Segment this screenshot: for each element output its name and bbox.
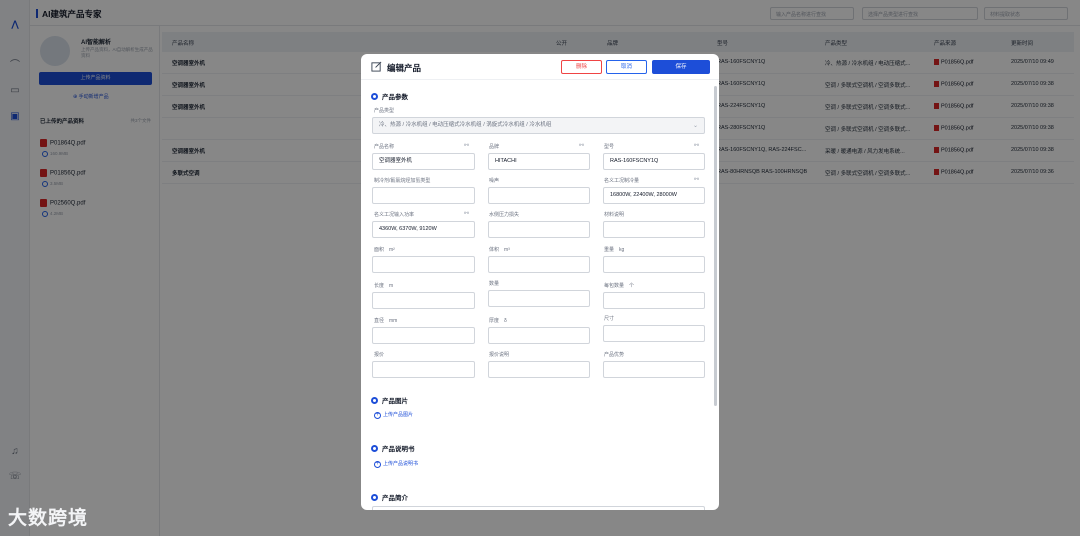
noise-input[interactable] [488,187,590,204]
cooling-input[interactable]: 16800W, 22400W, 28000W [603,187,705,204]
material-input[interactable] [603,221,705,238]
diameter-input[interactable] [372,327,475,344]
radio-dot-icon [371,445,378,452]
link-icon: ⚯ [694,177,700,183]
weight-label: 重量 kg [604,247,625,253]
perpack-input[interactable] [603,292,705,309]
area-label: 面积 m² [374,247,395,253]
advantage-input[interactable] [603,361,705,378]
brand-input[interactable]: HITACHI [488,153,590,170]
qty-label: 数量 [489,281,500,287]
pressure-input[interactable] [488,221,590,238]
weight-input[interactable] [603,256,705,273]
thickness-label: 厚度 δ [489,318,507,324]
modal-header: 编辑产品 删除 取消 保存 [361,54,719,80]
length-label: 长度 m [374,283,394,289]
name-label: 产品名称 [374,144,395,150]
section-intro: 产品简介 [371,492,408,502]
advantage-label: 产品优势 [604,352,625,358]
model-input[interactable]: RAS-160FSCNY1Q [603,153,705,170]
upload-manual-link[interactable]: + 上传产品说明书 [374,460,418,468]
watermark: 大数跨境 [8,508,89,529]
radio-dot-icon [371,93,378,100]
diameter-label: 直径 mm [374,318,398,324]
model-label: 型号 [604,144,615,150]
plus-circle-icon: + [374,412,381,419]
volume-label: 体积 m³ [489,247,510,253]
link-icon: ⚯ [464,143,470,149]
price-note-input[interactable] [488,361,590,378]
material-label: 材料说明 [604,212,625,218]
brand-label: 品牌 [489,144,500,150]
pressure-label: 水侧压力损失 [489,212,520,218]
link-icon: ⚯ [694,143,700,149]
cancel-button[interactable]: 取消 [606,60,647,74]
thickness-input[interactable] [488,327,590,344]
save-button[interactable]: 保存 [652,60,710,74]
price-input[interactable] [372,361,475,378]
modal-body: 产品参数 产品类型 冷、热源 / 冷水机组 / 电动压缩式冷水机组 / 涡旋式冷… [361,80,713,510]
scrollbar[interactable] [714,86,717,406]
upload-image-link[interactable]: + 上传产品图片 [374,411,413,419]
product-type-label: 产品类型 [374,108,395,114]
intro-textarea[interactable] [372,506,705,510]
size-label: 尺寸 [604,316,615,322]
price-note-label: 报价说明 [489,352,510,358]
refrigerant-input[interactable] [372,187,475,204]
size-input[interactable] [603,325,705,342]
link-icon: ⚯ [579,143,585,149]
link-icon: ⚯ [464,211,470,217]
power-input[interactable]: 4360W, 6370W, 9120W [372,221,475,238]
edit-product-modal: 编辑产品 删除 取消 保存 产品参数 产品类型 冷、热源 / 冷水机组 / 电动… [361,54,719,510]
price-label: 报价 [374,352,385,358]
power-label: 名义工况输入功率 [374,212,415,218]
delete-button[interactable]: 删除 [561,60,602,74]
volume-input[interactable] [488,256,590,273]
radio-dot-icon [371,397,378,404]
modal-title: 编辑产品 [387,63,422,73]
chevron-down-icon: ⌄ [693,123,699,129]
radio-dot-icon [371,494,378,501]
name-input[interactable]: 空调器室外机 [372,153,475,170]
section-images: 产品图片 [371,395,408,405]
section-params: 产品参数 [371,91,408,101]
section-manual: 产品说明书 [371,443,415,453]
refrigerant-label: 制冷剂/氟氯烷烃加氢类型 [374,178,431,184]
product-type-select[interactable]: 冷、热源 / 冷水机组 / 电动压缩式冷水机组 / 涡旋式冷水机组 / 冷水机组 [372,117,705,134]
plus-circle-icon: + [374,461,381,468]
perpack-label: 每包数量个 [604,283,635,289]
length-input[interactable] [372,292,475,309]
qty-input[interactable] [488,290,590,307]
noise-label: 噪声 [489,178,500,184]
edit-icon [371,61,382,72]
area-input[interactable] [372,256,475,273]
cooling-label: 名义工况制冷量 [604,178,640,184]
